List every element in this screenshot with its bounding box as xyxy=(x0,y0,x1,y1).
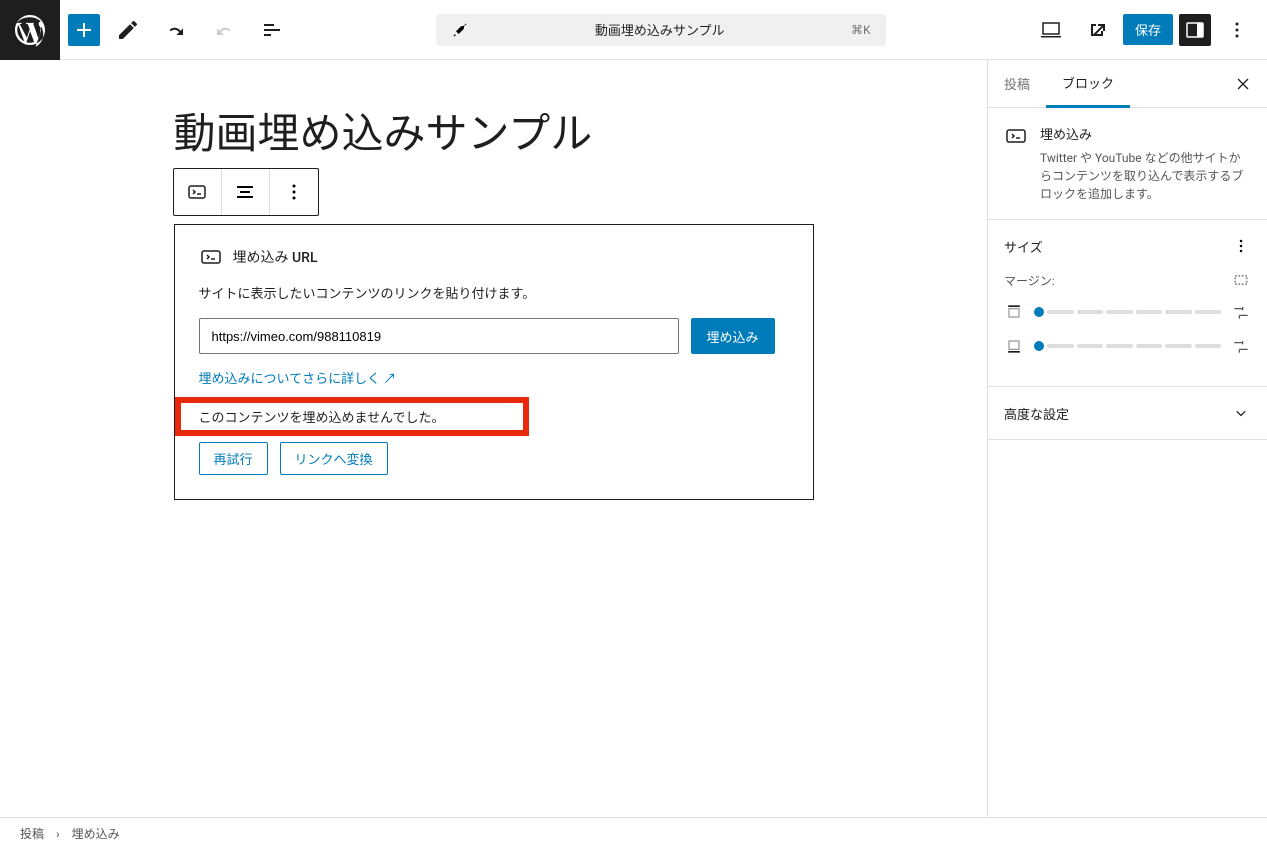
advanced-panel-header[interactable]: 高度な設定 xyxy=(1004,403,1251,423)
margin-row: マージン: xyxy=(1004,270,1251,290)
unlink-sides-icon[interactable] xyxy=(1231,270,1251,290)
embed-learn-more-link[interactable]: 埋め込みについてさらに詳しく ↗ xyxy=(199,368,789,387)
size-panel-title: サイズ xyxy=(1004,237,1043,256)
top-toolbar: 動画埋め込みサンプル ⌘K 保存 xyxy=(0,0,1267,60)
undo-button[interactable] xyxy=(156,10,196,50)
custom-value-icon[interactable] xyxy=(1231,302,1251,322)
spacing-track[interactable] xyxy=(1034,341,1221,351)
embed-instruction: サイトに表示したいコンテンツのリンクを貼り付けます。 xyxy=(199,283,789,302)
margin-top-control[interactable] xyxy=(1004,302,1251,322)
toolbar-center: 動画埋め込みサンプル ⌘K xyxy=(292,14,1031,46)
tab-post[interactable]: 投稿 xyxy=(988,60,1046,108)
breadcrumb-separator: › xyxy=(56,827,60,841)
size-panel: サイズ マージン: xyxy=(988,220,1267,387)
block-card-description: Twitter や YouTube などの他サイトからコンテンツを取り込んで表示… xyxy=(1040,149,1251,203)
sidebar-close-button[interactable] xyxy=(1219,60,1267,108)
embed-icon xyxy=(1004,124,1028,148)
editor-content: 動画埋め込みサンプル 埋め込み URL サイトに表示したいコン xyxy=(174,110,814,500)
document-overview-button[interactable] xyxy=(252,10,292,50)
spacing-track[interactable] xyxy=(1034,307,1221,317)
redo-button[interactable] xyxy=(204,10,244,50)
embed-actions: 再試行 リンクへ変換 xyxy=(199,442,789,475)
embed-url-input[interactable] xyxy=(199,318,679,354)
sidebar-toggle-button[interactable] xyxy=(1179,14,1211,46)
block-align-button[interactable] xyxy=(222,169,270,215)
toolbar-left xyxy=(60,10,292,50)
embed-submit-button[interactable]: 埋め込み xyxy=(691,318,775,354)
block-type-button[interactable] xyxy=(174,169,222,215)
block-options-button[interactable] xyxy=(270,169,318,215)
tab-block[interactable]: ブロック xyxy=(1046,60,1130,108)
advanced-panel[interactable]: 高度な設定 xyxy=(988,387,1267,440)
footer-breadcrumb: 投稿 › 埋め込み xyxy=(0,817,1267,849)
block-toolbar xyxy=(173,168,319,216)
main-layout: 動画埋め込みサンプル 埋め込み URL サイトに表示したいコン xyxy=(0,60,1267,817)
chevron-down-icon xyxy=(1231,403,1251,423)
post-title[interactable]: 動画埋め込みサンプル xyxy=(174,110,814,160)
preview-button[interactable] xyxy=(1031,10,1071,50)
shortcut-label: ⌘K xyxy=(851,23,871,37)
view-post-button[interactable] xyxy=(1077,10,1117,50)
margin-bottom-control[interactable] xyxy=(1004,336,1251,356)
margin-top-icon xyxy=(1004,302,1024,322)
convert-link-button[interactable]: リンクへ変換 xyxy=(280,442,388,475)
add-block-button[interactable] xyxy=(68,14,100,46)
save-button[interactable]: 保存 xyxy=(1123,14,1173,45)
embed-icon xyxy=(199,245,223,269)
advanced-panel-title: 高度な設定 xyxy=(1004,404,1069,423)
breadcrumb-current[interactable]: 埋め込み xyxy=(72,825,120,842)
block-card-title: 埋め込み xyxy=(1040,124,1251,143)
embed-form: 埋め込み xyxy=(199,318,789,354)
toolbar-right: 保存 xyxy=(1031,10,1267,50)
embed-block: 埋め込み URL サイトに表示したいコンテンツのリンクを貼り付けます。 埋め込み… xyxy=(174,224,814,500)
sidebar: 投稿 ブロック 埋め込み Twitter や YouTube などの他サイトから… xyxy=(987,60,1267,817)
document-title-text: 動画埋め込みサンプル xyxy=(480,20,838,39)
panel-options-icon[interactable] xyxy=(1231,236,1251,256)
retry-button[interactable]: 再試行 xyxy=(199,442,268,475)
margin-bottom-icon xyxy=(1004,336,1024,356)
embed-error-message: このコンテンツを埋め込めませんでした。 xyxy=(199,407,789,426)
embed-header: 埋め込み URL xyxy=(199,245,789,269)
sidebar-tabs: 投稿 ブロック xyxy=(988,60,1267,108)
close-icon xyxy=(1233,74,1253,94)
breadcrumb-root[interactable]: 投稿 xyxy=(20,825,44,842)
embed-header-title: 埋め込み URL xyxy=(233,247,318,267)
document-title-bar[interactable]: 動画埋め込みサンプル ⌘K xyxy=(436,14,886,46)
tools-button[interactable] xyxy=(108,10,148,50)
options-button[interactable] xyxy=(1217,10,1257,50)
custom-value-icon[interactable] xyxy=(1231,336,1251,356)
margin-label: マージン: xyxy=(1004,272,1055,289)
pen-icon xyxy=(452,22,468,38)
size-panel-header: サイズ xyxy=(1004,236,1251,256)
wordpress-logo[interactable] xyxy=(0,0,60,60)
block-card: 埋め込み Twitter や YouTube などの他サイトからコンテンツを取り… xyxy=(988,108,1267,220)
editor-area: 動画埋め込みサンプル 埋め込み URL サイトに表示したいコン xyxy=(0,60,987,817)
